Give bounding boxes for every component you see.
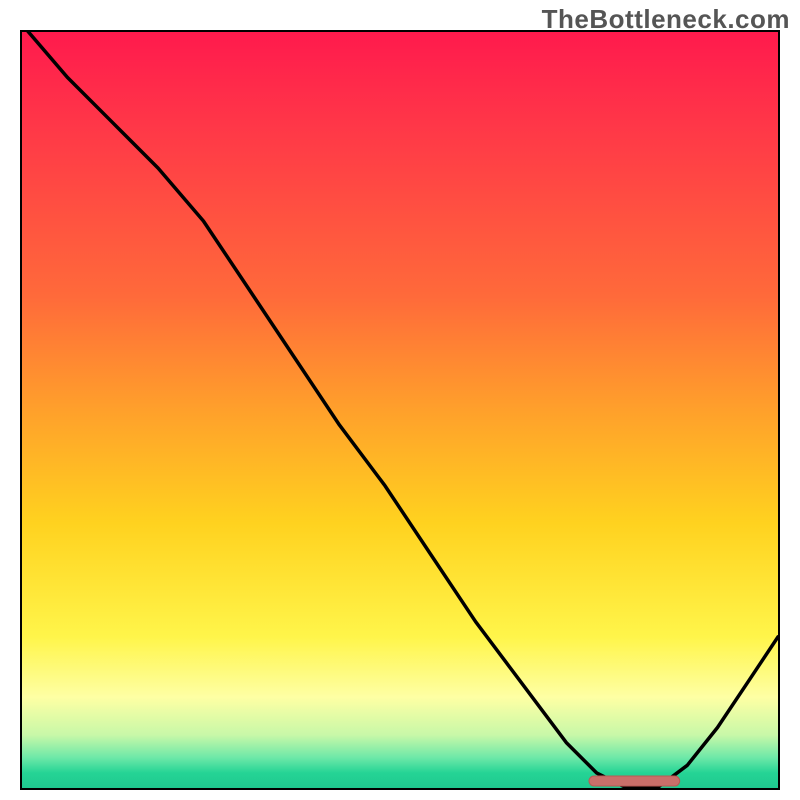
watermark-text: TheBottleneck.com: [542, 4, 790, 35]
plot-area: [20, 30, 780, 790]
bottleneck-curve: [22, 30, 778, 788]
chart-container: TheBottleneck.com: [0, 0, 800, 800]
chart-overlay: [22, 32, 778, 788]
optimal-range-bar: [589, 776, 680, 786]
